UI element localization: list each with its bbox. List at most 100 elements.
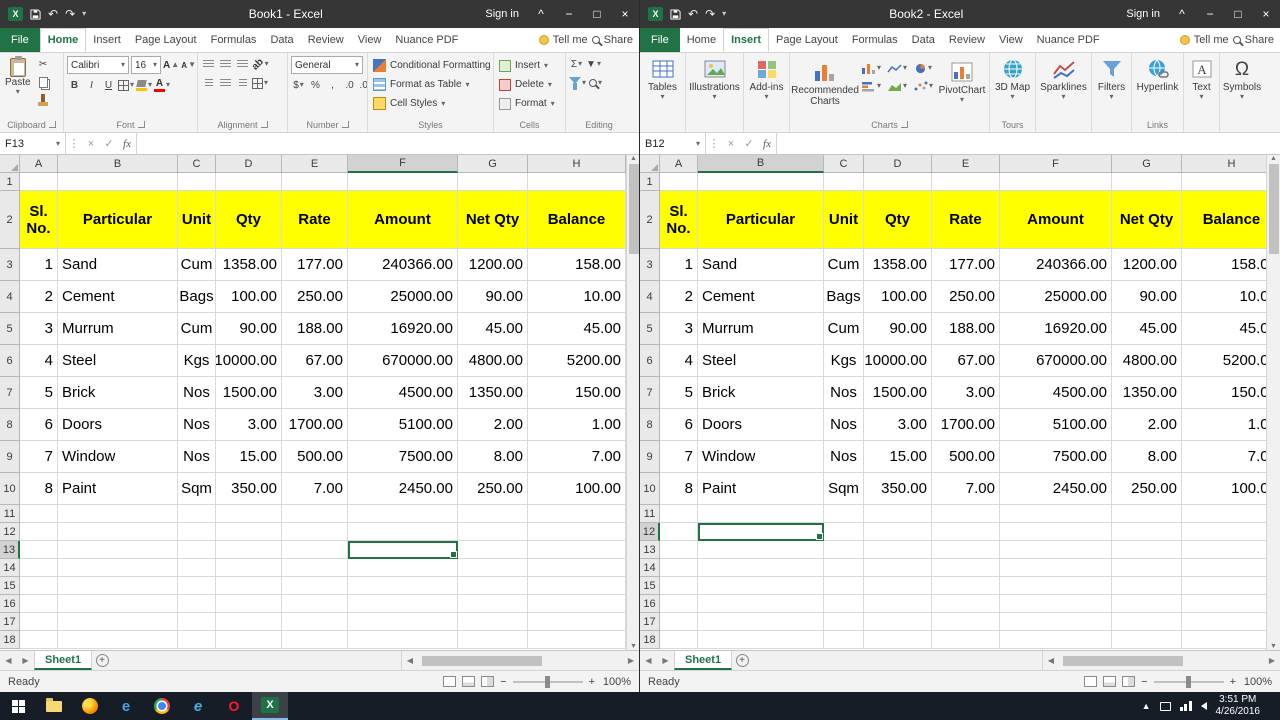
cell-D9[interactable]: 15.00 — [864, 441, 932, 473]
cell-E15[interactable] — [932, 577, 1000, 595]
close-button[interactable]: × — [1252, 0, 1280, 28]
cell-C7[interactable]: Nos — [178, 377, 216, 409]
row-header-1[interactable]: 1 — [640, 173, 660, 191]
cell-F14[interactable] — [348, 559, 458, 577]
network-icon[interactable] — [1180, 701, 1192, 711]
cell-H4[interactable]: 10.00 — [528, 281, 626, 313]
row-header-14[interactable]: 14 — [0, 559, 20, 577]
cell-H8[interactable]: 1.00 — [528, 409, 626, 441]
row-header-16[interactable]: 16 — [0, 595, 20, 613]
vertical-scroll-thumb[interactable] — [629, 164, 639, 254]
row-header-13[interactable]: 13 — [640, 541, 660, 559]
zoom-level[interactable]: 100% — [601, 676, 631, 688]
cell-B17[interactable] — [58, 613, 178, 631]
cell-G7[interactable]: 1350.00 — [1112, 377, 1182, 409]
align-left-button[interactable] — [201, 75, 216, 91]
recommended-charts-button[interactable]: Recommended Charts — [792, 56, 858, 117]
cell-B16[interactable] — [58, 595, 178, 613]
area-chart-button[interactable]: ▾ — [884, 77, 910, 95]
cell-B15[interactable] — [698, 577, 824, 595]
cell-H4[interactable]: 10.00 — [1182, 281, 1266, 313]
horizontal-scroll-thumb[interactable] — [422, 656, 542, 666]
cell-F5[interactable]: 16920.00 — [1000, 313, 1112, 345]
save-icon[interactable] — [670, 9, 681, 20]
start-button[interactable] — [0, 692, 36, 720]
cell-B1[interactable] — [698, 173, 824, 191]
illustrations-button[interactable]: Illustrations ▾ — [686, 53, 743, 132]
cell-H15[interactable] — [1182, 577, 1266, 595]
name-box[interactable]: B12▾ — [640, 133, 706, 154]
cell-B9[interactable]: Window — [698, 441, 824, 473]
cell-C4[interactable]: Bags — [824, 281, 864, 313]
cell-D13[interactable] — [216, 541, 282, 559]
cell-F7[interactable]: 4500.00 — [1000, 377, 1112, 409]
cell-C1[interactable] — [824, 173, 864, 191]
row-header-10[interactable]: 10 — [0, 473, 20, 505]
cell-F3[interactable]: 240366.00 — [348, 249, 458, 281]
cut-button[interactable]: ✂ — [36, 56, 51, 72]
cell-styles-button[interactable]: Cell Styles▾ — [371, 94, 445, 113]
redo-icon[interactable]: ↷ — [705, 8, 715, 20]
cell-B11[interactable] — [698, 505, 824, 523]
vertical-scrollbar[interactable]: ▲ ▼ — [626, 155, 639, 650]
3d-map-button[interactable]: 3D Map ▾ — [990, 53, 1035, 117]
tab-nuance-pdf[interactable]: Nuance PDF — [388, 28, 465, 52]
cell-A6[interactable]: 4 — [660, 345, 698, 377]
cell-G10[interactable]: 250.00 — [1112, 473, 1182, 505]
column-header-F[interactable]: F — [348, 155, 458, 173]
page-layout-view-icon[interactable] — [1103, 676, 1116, 687]
cell-A10[interactable]: 8 — [20, 473, 58, 505]
cell-H5[interactable]: 45.00 — [528, 313, 626, 345]
share-button[interactable]: Share — [1233, 34, 1274, 46]
align-bottom-button[interactable] — [235, 56, 250, 72]
cell-C12[interactable] — [178, 523, 216, 541]
cell-C13[interactable] — [178, 541, 216, 559]
cell-B12[interactable] — [58, 523, 178, 541]
cell-B5[interactable]: Murrum — [58, 313, 178, 345]
scroll-down-icon[interactable]: ▼ — [1270, 643, 1277, 650]
cell-F15[interactable] — [1000, 577, 1112, 595]
tab-home[interactable]: Home — [40, 28, 87, 52]
cell-H16[interactable] — [1182, 595, 1266, 613]
cell-F7[interactable]: 4500.00 — [348, 377, 458, 409]
cell-E13[interactable] — [932, 541, 1000, 559]
find-select-button[interactable]: ▾ — [588, 75, 603, 91]
cell-G3[interactable]: 1200.00 — [1112, 249, 1182, 281]
cell-F11[interactable] — [1000, 505, 1112, 523]
cell-H13[interactable] — [528, 541, 626, 559]
row-header-5[interactable]: 5 — [640, 313, 660, 345]
cell-B10[interactable]: Paint — [698, 473, 824, 505]
cell-A17[interactable] — [660, 613, 698, 631]
cell-E7[interactable]: 3.00 — [282, 377, 348, 409]
cell-D15[interactable] — [216, 577, 282, 595]
row-header-14[interactable]: 14 — [640, 559, 660, 577]
cell-B6[interactable]: Steel — [58, 345, 178, 377]
column-header-F[interactable]: F — [1000, 155, 1112, 173]
cell-D17[interactable] — [864, 613, 932, 631]
cell-B17[interactable] — [698, 613, 824, 631]
cell-B18[interactable] — [698, 631, 824, 649]
cell-H11[interactable] — [1182, 505, 1266, 523]
cell-G11[interactable] — [1112, 505, 1182, 523]
cell-E6[interactable]: 67.00 — [282, 345, 348, 377]
cell-D1[interactable] — [864, 173, 932, 191]
column-header-E[interactable]: E — [282, 155, 348, 173]
cell-F11[interactable] — [348, 505, 458, 523]
cell-G2[interactable]: Net Qty — [1112, 191, 1182, 249]
cell-G15[interactable] — [458, 577, 528, 595]
tab-home[interactable]: Home — [680, 28, 723, 52]
font-size-select[interactable]: 16▾ — [131, 56, 161, 74]
hyperlink-button[interactable]: Hyperlink — [1132, 53, 1183, 117]
row-header-16[interactable]: 16 — [640, 595, 660, 613]
close-button[interactable]: × — [611, 0, 639, 28]
cell-E12[interactable] — [282, 523, 348, 541]
cell-F4[interactable]: 25000.00 — [1000, 281, 1112, 313]
taskbar-edge[interactable]: e — [108, 692, 144, 720]
cell-D12[interactable] — [216, 523, 282, 541]
dialog-launcher-icon[interactable] — [138, 121, 145, 128]
cell-D7[interactable]: 1500.00 — [864, 377, 932, 409]
cell-G16[interactable] — [1112, 595, 1182, 613]
cell-E14[interactable] — [932, 559, 1000, 577]
cell-H14[interactable] — [528, 559, 626, 577]
cell-D14[interactable] — [216, 559, 282, 577]
